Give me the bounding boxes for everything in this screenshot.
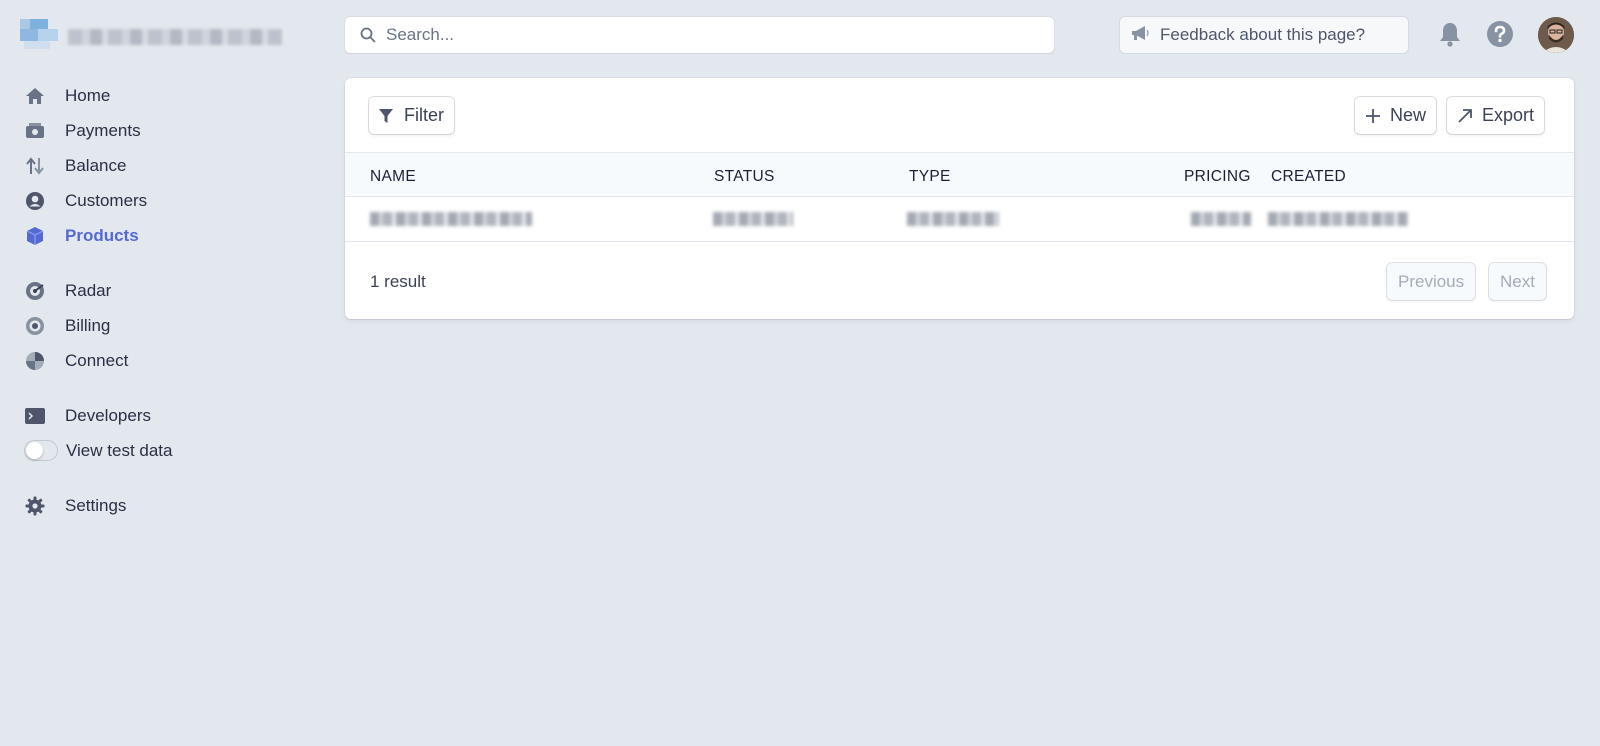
megaphone-icon — [1130, 25, 1150, 45]
toggle-switch[interactable] — [24, 440, 58, 461]
products-table-card: Filter New Export NAME STATUS TYPE PRICI… — [345, 78, 1574, 319]
notifications-button[interactable] — [1436, 20, 1464, 48]
sidebar-item-label: Settings — [65, 495, 127, 515]
column-header-status[interactable]: STATUS — [714, 168, 775, 186]
sidebar-item-label: Customers — [65, 190, 148, 210]
feedback-button[interactable]: Feedback about this page? — [1120, 17, 1408, 53]
sidebar-item-payments[interactable]: Payments — [24, 113, 284, 148]
feedback-label: Feedback about this page? — [1160, 25, 1366, 44]
table-row[interactable] — [345, 197, 1574, 242]
filter-icon — [379, 108, 395, 124]
search-bar[interactable] — [345, 17, 1054, 53]
avatar[interactable] — [1538, 17, 1574, 53]
sidebar-item-label: Home — [65, 85, 111, 105]
column-header-type[interactable]: TYPE — [909, 168, 951, 186]
sidebar-item-billing[interactable]: Billing — [24, 308, 284, 343]
bell-icon — [1440, 23, 1460, 47]
payments-icon — [24, 120, 46, 142]
sidebar-item-label: Payments — [65, 120, 141, 140]
filter-label: Filter — [404, 105, 444, 125]
sidebar-item-radar[interactable]: Radar — [24, 273, 284, 308]
cell-name-redacted — [370, 212, 532, 226]
export-label: Export — [1482, 105, 1535, 125]
sidebar-item-label: Developers — [65, 405, 151, 425]
sidebar-item-products[interactable]: Products — [24, 218, 284, 253]
cell-type-redacted — [907, 212, 999, 226]
cell-pricing-redacted — [1191, 212, 1251, 226]
plus-icon — [1365, 108, 1381, 124]
customers-icon — [24, 190, 46, 212]
export-button[interactable]: Export — [1447, 97, 1545, 134]
new-button[interactable]: New — [1355, 97, 1437, 134]
terminal-icon — [24, 405, 46, 427]
sidebar-item-settings[interactable]: Settings — [24, 488, 284, 523]
cell-status-redacted — [713, 212, 793, 226]
brand-name-redacted — [68, 29, 282, 45]
column-header-name[interactable]: NAME — [370, 168, 416, 186]
sidebar-item-developers[interactable]: Developers — [24, 398, 284, 433]
cell-created-redacted — [1268, 212, 1408, 226]
export-arrow-icon — [1457, 108, 1473, 124]
search-icon — [360, 27, 376, 43]
sidebar-item-balance[interactable]: Balance — [24, 148, 284, 183]
avatar-image — [1538, 17, 1574, 53]
sidebar-item-label: Billing — [65, 315, 111, 335]
filter-button[interactable]: Filter — [369, 97, 454, 134]
new-label: New — [1390, 105, 1427, 125]
view-test-data-toggle[interactable]: View test data — [24, 433, 284, 468]
sidebar-item-label: View test data — [66, 440, 173, 460]
balance-icon — [24, 155, 46, 177]
sidebar-item-label: Balance — [65, 155, 127, 175]
previous-button[interactable]: Previous — [1387, 263, 1476, 300]
gear-icon — [24, 495, 46, 517]
sidebar-item-label: Products — [65, 225, 139, 245]
sidebar-item-customers[interactable]: Customers — [24, 183, 284, 218]
sidebar-item-label: Connect — [65, 350, 129, 370]
column-header-created[interactable]: CREATED — [1271, 168, 1346, 186]
radar-icon — [24, 280, 46, 302]
sidebar-item-connect[interactable]: Connect — [24, 343, 284, 378]
brand-logo — [20, 19, 60, 51]
sidebar-item-label: Radar — [65, 280, 112, 300]
products-icon — [24, 225, 46, 247]
sidebar-nav: Home Payments Balance Customers Products… — [24, 78, 284, 523]
table-header: NAME STATUS TYPE PRICING CREATED — [345, 152, 1574, 197]
search-input[interactable] — [386, 25, 1026, 45]
home-icon — [24, 85, 46, 107]
help-icon — [1487, 21, 1513, 47]
next-button[interactable]: Next — [1489, 263, 1546, 300]
billing-icon — [24, 315, 46, 337]
sidebar-item-home[interactable]: Home — [24, 78, 284, 113]
result-count: 1 result — [370, 272, 426, 291]
help-button[interactable] — [1486, 20, 1514, 48]
brand[interactable] — [20, 19, 282, 55]
column-header-pricing[interactable]: PRICING — [1184, 168, 1251, 186]
connect-icon — [24, 350, 46, 372]
